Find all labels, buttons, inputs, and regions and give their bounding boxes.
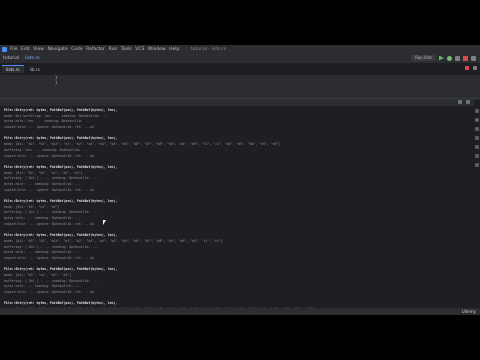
app-logo-icon[interactable] (2, 47, 7, 52)
scroll-down-icon[interactable] (475, 136, 479, 140)
menu-help[interactable]: Help (169, 47, 179, 52)
output-actions (458, 100, 470, 104)
editor-tabs: lists.rs lib.rs (0, 64, 480, 73)
editor-area[interactable] (0, 73, 480, 75)
rerun-icon[interactable] (475, 109, 479, 113)
menu-vcs[interactable]: VCS (135, 47, 144, 52)
status-bar: Udemy (0, 308, 480, 315)
run-controls: Run lists (411, 55, 476, 61)
breadcrumb-project[interactable]: tutorial (3, 56, 19, 61)
menu-run[interactable]: Run (109, 47, 118, 52)
coverage-icon[interactable] (455, 55, 460, 61)
tab-actions (465, 66, 477, 70)
search-icon[interactable] (471, 55, 476, 61)
code-snippet: } } (55, 75, 57, 85)
menu-refactor[interactable]: Refactor (86, 47, 105, 52)
breadcrumb-file[interactable]: lists.rs (25, 56, 40, 61)
console-output[interactable]: Pile::Entry(ret: bytes, PathBuf(pos), Pa… (4, 108, 472, 315)
menu-edit[interactable]: Edit (21, 47, 30, 52)
settings-icon[interactable] (458, 100, 462, 104)
udemy-watermark: Udemy (461, 309, 476, 314)
menu-navigate[interactable]: Navigate (47, 47, 67, 52)
run-output-panel: Pile::Entry(ret: bytes, PathBuf(pos), Pa… (0, 98, 480, 315)
menu-window[interactable]: Window (148, 47, 166, 52)
more-tabs-icon[interactable] (473, 66, 477, 70)
project-title: tutorial - lists.rs (190, 47, 227, 52)
tab-lists-rs[interactable]: lists.rs (2, 65, 24, 73)
menu-bar: File Edit View Navigate Code Refactor Ru… (0, 45, 480, 54)
run-icon[interactable] (439, 55, 444, 61)
output-header (0, 99, 474, 106)
menu-code[interactable]: Code (71, 47, 83, 52)
trash-icon[interactable] (475, 163, 479, 167)
wrap-icon[interactable] (475, 145, 479, 149)
ide-window: File Edit View Navigate Code Refactor Ru… (0, 45, 480, 315)
stop-icon[interactable] (475, 118, 479, 122)
run-configuration-select[interactable]: Run lists (411, 55, 436, 61)
menu-file[interactable]: File (10, 47, 18, 52)
print-icon[interactable] (475, 154, 479, 158)
stop-icon[interactable] (463, 55, 468, 61)
navigation-toolbar: tutorial › lists.rs Run lists (0, 54, 480, 64)
breadcrumb-separator: › (21, 56, 24, 61)
error-indicator-icon[interactable] (465, 66, 469, 70)
scroll-up-icon[interactable] (475, 127, 479, 131)
menu-view[interactable]: View (33, 47, 44, 52)
code-line: } (55, 80, 58, 85)
minimize-icon[interactable] (466, 100, 470, 104)
menu-tools[interactable]: Tools (121, 47, 132, 52)
mouse-cursor (103, 220, 106, 225)
tab-lib-rs[interactable]: lib.rs (26, 66, 44, 73)
output-side-toolbar (474, 109, 480, 289)
debug-icon[interactable] (447, 55, 452, 61)
